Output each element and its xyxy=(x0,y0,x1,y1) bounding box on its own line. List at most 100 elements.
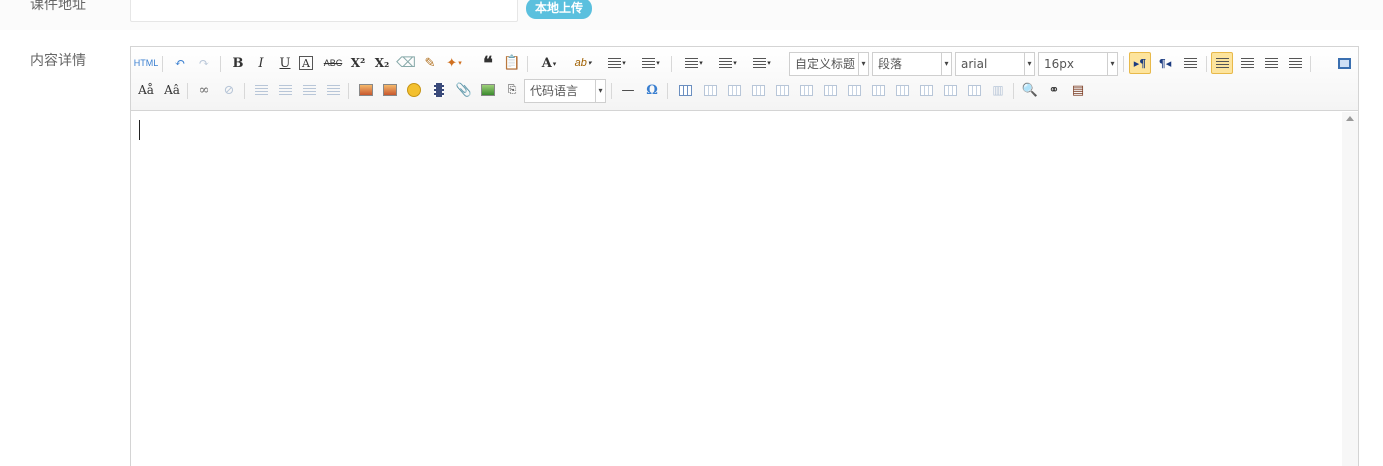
redo-icon[interactable]: ↷ xyxy=(193,52,215,74)
separator xyxy=(1123,56,1124,72)
separator xyxy=(162,56,163,72)
insert-col-icon[interactable] xyxy=(795,79,817,101)
image-center-icon[interactable] xyxy=(322,79,344,101)
search-replace-icon[interactable]: ⚭ xyxy=(1043,79,1065,101)
ordered-list-icon[interactable]: ▾ xyxy=(602,52,632,74)
separator xyxy=(667,83,668,99)
delete-col-icon[interactable] xyxy=(819,79,841,101)
blockquote-button[interactable]: ❝ xyxy=(477,52,499,74)
unordered-list-icon[interactable]: ▾ xyxy=(636,52,666,74)
chevron-down-icon: ▾ xyxy=(1107,53,1117,75)
paste-plain-icon[interactable]: 📋 xyxy=(501,52,523,74)
charts-icon[interactable]: ▥ xyxy=(987,79,1009,101)
superscript-button[interactable]: X² xyxy=(347,52,369,74)
drafts-icon[interactable]: ▤ xyxy=(1067,79,1089,101)
backcolor-button[interactable]: ab ▾ xyxy=(568,52,598,74)
split-to-cols-icon[interactable] xyxy=(963,79,985,101)
rich-text-editor: HTML ↶ ↷ B I U A ABC X² X₂ ⌫ ✎ ✦ ▾ ❝ 📋 A ▾… xyxy=(130,46,1359,466)
link-icon[interactable]: ∞ xyxy=(193,79,215,101)
eraser-icon[interactable]: ⌫ xyxy=(395,52,417,74)
fontborder-button[interactable]: A xyxy=(299,56,313,70)
paragraph-select[interactable]: 段落 ▾ xyxy=(872,52,952,76)
justify-full-icon[interactable] xyxy=(1284,52,1306,74)
separator xyxy=(1310,56,1311,72)
justify-left-icon[interactable] xyxy=(1211,52,1233,74)
simple-upload-icon[interactable] xyxy=(355,79,377,101)
local-upload-button[interactable]: 本地上传 xyxy=(526,0,592,19)
horizontal-rule-button[interactable]: — xyxy=(617,79,639,101)
image-none-icon[interactable] xyxy=(250,79,272,101)
heading-select[interactable]: 自定义标题 ▾ xyxy=(789,52,869,76)
courseware-url-input[interactable] xyxy=(130,0,518,22)
bold-button[interactable]: B xyxy=(227,52,249,74)
forecolor-button[interactable]: A ▾ xyxy=(534,52,564,74)
separator xyxy=(527,56,528,72)
merge-cells-icon[interactable] xyxy=(843,79,865,101)
editor-content-area[interactable] xyxy=(131,112,1342,466)
attachment-icon[interactable]: 📎 xyxy=(453,79,475,101)
direction-ltr-button[interactable]: ▸¶ xyxy=(1129,52,1151,74)
code-language-select-value: 代码语言 xyxy=(530,84,579,98)
direction-rtl-button[interactable]: ¶◂ xyxy=(1154,52,1176,74)
courseware-label: 课件地址 xyxy=(30,0,86,12)
subscript-button[interactable]: X₂ xyxy=(371,52,393,74)
separator xyxy=(244,83,245,99)
special-char-button[interactable]: Ω xyxy=(641,79,663,101)
justify-right-icon[interactable] xyxy=(1260,52,1282,74)
preview-icon[interactable]: 🔍 xyxy=(1019,79,1041,101)
row-spacing-top-icon[interactable]: ▾ xyxy=(679,52,709,74)
content-label: 内容详情 xyxy=(30,52,86,68)
insert-frame-icon[interactable] xyxy=(477,79,499,101)
insert-row-icon[interactable] xyxy=(747,79,769,101)
delete-table-icon[interactable] xyxy=(699,79,721,101)
chevron-down-icon: ▾ xyxy=(595,80,605,102)
font-family-select[interactable]: arial ▾ xyxy=(955,52,1035,76)
strikethrough-button[interactable]: ABC xyxy=(322,52,344,74)
italic-button[interactable]: I xyxy=(250,52,272,74)
format-brush-icon[interactable]: ✎ xyxy=(419,52,441,74)
editor-scrollbar[interactable] xyxy=(1342,112,1358,466)
underline-button[interactable]: U xyxy=(274,52,296,74)
chevron-down-icon: ▾ xyxy=(858,53,868,75)
merge-right-icon[interactable] xyxy=(867,79,889,101)
insert-paragraph-before-table-icon[interactable] xyxy=(723,79,745,101)
separator xyxy=(220,56,221,72)
html-source-button[interactable]: HTML xyxy=(134,52,159,74)
case-upper-icon[interactable]: Aå xyxy=(135,79,157,101)
font-size-select-value: 16px xyxy=(1044,57,1074,71)
emotion-icon[interactable] xyxy=(403,79,425,101)
scroll-up-icon[interactable] xyxy=(1346,116,1354,121)
heading-select-value: 自定义标题 xyxy=(795,57,856,71)
code-language-select[interactable]: 代码语言 ▾ xyxy=(524,79,606,103)
font-family-select-value: arial xyxy=(961,57,988,71)
image-left-icon[interactable] xyxy=(274,79,296,101)
forecolor-label: A xyxy=(541,55,552,71)
case-lower-icon[interactable]: Aâ xyxy=(161,79,183,101)
paragraph-select-value: 段落 xyxy=(878,57,903,71)
insert-table-icon[interactable] xyxy=(674,79,696,101)
separator xyxy=(1206,56,1207,72)
separator xyxy=(611,83,612,99)
undo-icon[interactable]: ↶ xyxy=(169,52,191,74)
insert-image-icon[interactable] xyxy=(379,79,401,101)
unlink-icon[interactable]: ⊘ xyxy=(218,79,240,101)
editor-toolbar: HTML ↶ ↷ B I U A ABC X² X₂ ⌫ ✎ ✦ ▾ ❝ 📋 A ▾… xyxy=(131,47,1358,111)
insert-code-icon[interactable]: ⎘ xyxy=(501,79,523,101)
justify-center-icon[interactable] xyxy=(1236,52,1258,74)
line-height-icon[interactable]: ▾ xyxy=(747,52,777,74)
split-to-cells-icon[interactable] xyxy=(915,79,937,101)
font-size-select[interactable]: 16px ▾ xyxy=(1038,52,1118,76)
indent-icon[interactable] xyxy=(1179,52,1201,74)
split-to-rows-icon[interactable] xyxy=(939,79,961,101)
merge-down-icon[interactable] xyxy=(891,79,913,101)
image-right-icon[interactable] xyxy=(298,79,320,101)
insert-video-icon[interactable] xyxy=(428,79,450,101)
autotypeset-icon[interactable]: ✦ ▾ xyxy=(443,52,465,74)
separator xyxy=(187,83,188,99)
chevron-down-icon: ▾ xyxy=(941,53,951,75)
separator xyxy=(348,83,349,99)
courseware-row: 课件地址 本地上传 xyxy=(0,0,1383,30)
delete-row-icon[interactable] xyxy=(771,79,793,101)
row-spacing-bottom-icon[interactable]: ▾ xyxy=(713,52,743,74)
fullscreen-icon[interactable] xyxy=(1333,52,1355,74)
